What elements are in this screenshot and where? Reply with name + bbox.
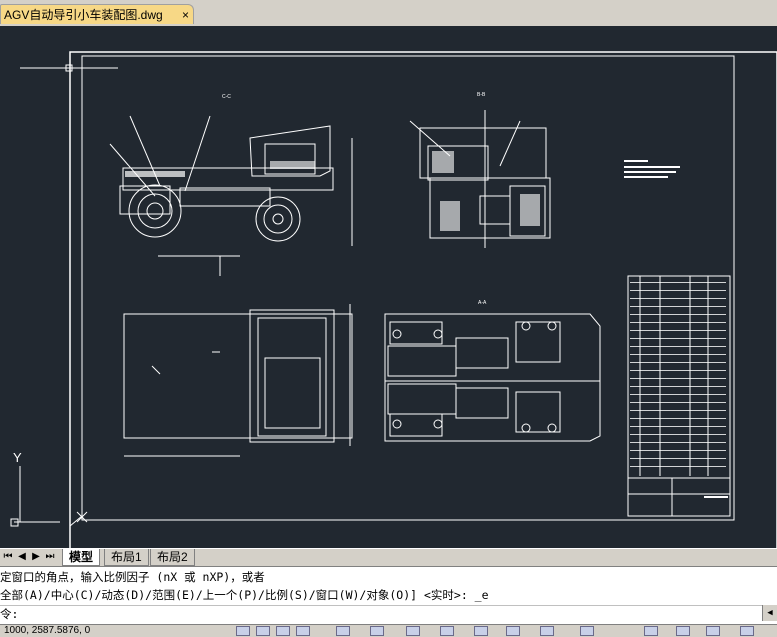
- coordinates-readout: 1000, 2587.5876, 0: [4, 625, 91, 636]
- lineweight-icon[interactable]: [474, 626, 488, 636]
- prev-layout-button[interactable]: ◀: [16, 551, 28, 562]
- view-c-c-label: C-C: [222, 94, 231, 100]
- dyn-icon[interactable]: [440, 626, 454, 636]
- command-prompt: 令:: [0, 607, 19, 621]
- snap-icon[interactable]: [236, 626, 250, 636]
- view-c-c: [109, 115, 353, 276]
- annotation-icon[interactable]: [540, 626, 554, 636]
- command-history-line: 定窗口的角点，输入比例因子 (nX 或 nXP)，或者: [0, 570, 265, 584]
- next-layout-button[interactable]: ▶: [30, 551, 42, 562]
- otrack-icon[interactable]: [370, 626, 384, 636]
- title-block: [627, 275, 731, 517]
- workspace-icon[interactable]: [580, 626, 594, 636]
- isolate-icon[interactable]: [706, 626, 720, 636]
- tab-model[interactable]: 模型: [62, 549, 101, 566]
- view-a-a-label: A-A: [478, 300, 487, 306]
- command-input[interactable]: 令:: [0, 605, 762, 622]
- document-tab[interactable]: AGV自动导引小车装配图.dwg ×: [0, 4, 194, 24]
- drawing-canvas[interactable]: Y C-C B-B A-A: [0, 26, 777, 548]
- zoom-icon[interactable]: [506, 626, 520, 636]
- command-history-line: 全部(A)/中心(C)/动态(D)/范围(E)/上一个(P)/比例(S)/窗口(…: [0, 588, 489, 602]
- command-window: 定窗口的角点，输入比例因子 (nX 或 nXP)，或者 全部(A)/中心(C)/…: [0, 566, 777, 625]
- ucs-y-label: Y: [13, 450, 22, 465]
- view-b-b-label: B-B: [477, 92, 486, 98]
- clean-screen-icon[interactable]: [740, 626, 754, 636]
- view-a-a: [384, 313, 601, 442]
- last-layout-button[interactable]: ⏭: [44, 551, 56, 562]
- status-bar: 1000, 2587.5876, 0: [0, 624, 777, 637]
- view-top-left: [123, 304, 353, 457]
- osnap-icon[interactable]: [336, 626, 350, 636]
- view-b-b: [409, 110, 551, 248]
- close-icon[interactable]: ×: [182, 5, 189, 25]
- lock-icon[interactable]: [644, 626, 658, 636]
- hardware-accel-icon[interactable]: [676, 626, 690, 636]
- technical-notes: [624, 160, 680, 178]
- ortho-icon[interactable]: [276, 626, 290, 636]
- tab-layout2[interactable]: 布局2: [150, 549, 195, 566]
- parts-list-rows: [630, 282, 728, 498]
- tab-layout1[interactable]: 布局1: [104, 549, 149, 566]
- ducs-icon[interactable]: [406, 626, 420, 636]
- command-scroll-left-icon[interactable]: ◀: [762, 605, 777, 621]
- layout-tab-bar: ⏮ ◀ ▶ ⏭ 模型 布局1 布局2: [0, 548, 777, 567]
- document-tab-title: AGV自动导引小车装配图.dwg: [4, 8, 163, 22]
- grid-icon[interactable]: [256, 626, 270, 636]
- document-tab-bar: AGV自动导引小车装配图.dwg ×: [0, 0, 777, 27]
- cad-drawing: Y C-C B-B A-A: [10, 51, 777, 548]
- first-layout-button[interactable]: ⏮: [2, 551, 14, 562]
- polar-icon[interactable]: [296, 626, 310, 636]
